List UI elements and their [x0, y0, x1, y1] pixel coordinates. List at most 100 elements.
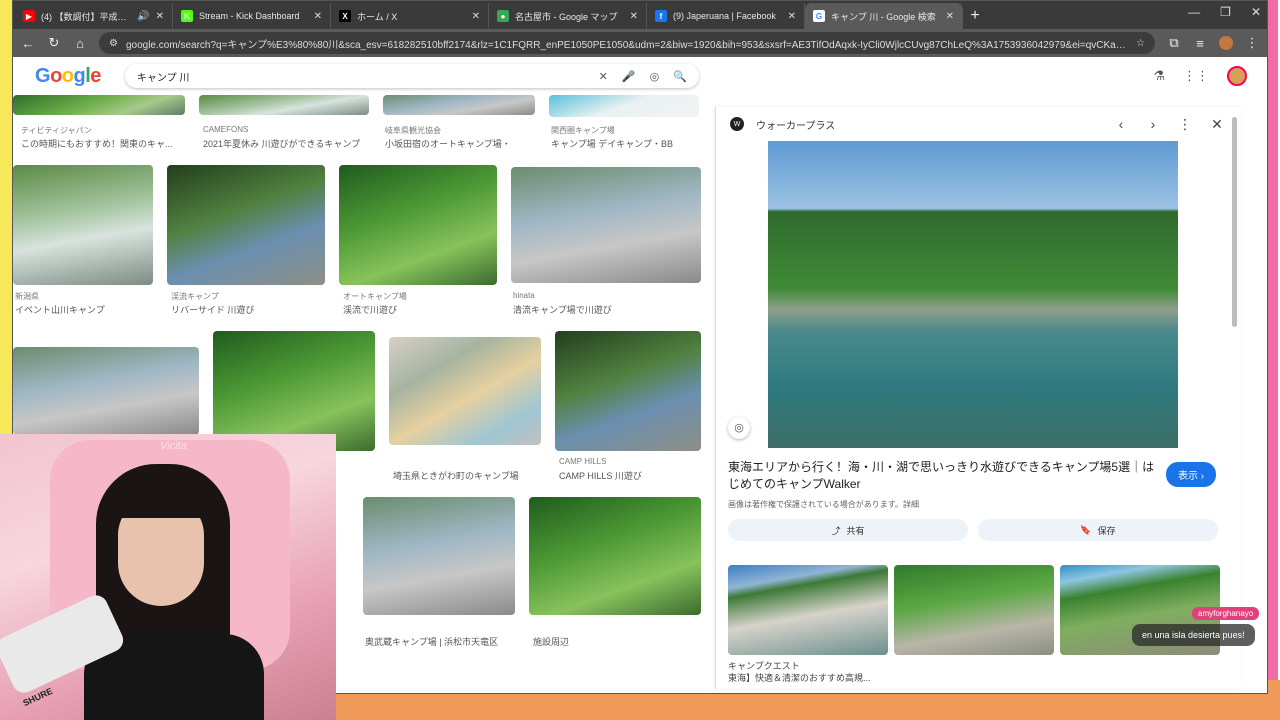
result-title[interactable]: 埼玉県ときがわ町のキャンプ場 [393, 469, 543, 482]
chair-logo: Vicita [160, 440, 187, 452]
restore-icon[interactable]: ❐ [1220, 5, 1231, 19]
back-icon[interactable]: ← [21, 36, 35, 51]
tab-title: キャンプ 川 - Google 検索 [831, 11, 936, 22]
search-input[interactable]: キャンプ 川 [137, 69, 585, 84]
close-icon[interactable]: ✕ [1207, 116, 1227, 133]
share-button[interactable]: ⤴ 共有 [728, 519, 968, 541]
result-title[interactable]: 渓流で川遊び [343, 303, 493, 316]
google-logo[interactable]: Google [35, 65, 101, 88]
result-source: 関西圏キャンプ場 [551, 126, 615, 135]
labs-icon[interactable]: ⚗ [1153, 68, 1165, 84]
tab-close-icon[interactable]: ✕ [314, 11, 322, 22]
site-name[interactable]: ウォーカープラス [756, 117, 1099, 132]
voice-search-icon[interactable]: 🎤 [622, 70, 636, 83]
result-thumb[interactable] [529, 497, 701, 615]
chat-message: en una isla desierta pues! [1132, 624, 1255, 646]
panel-scrollbar[interactable] [1232, 117, 1237, 327]
browser-tab[interactable]: K Stream - Kick Dashboard ✕ [173, 3, 331, 29]
site-info-icon[interactable]: ⚙ [109, 38, 118, 49]
maps-icon: ● [497, 10, 509, 22]
address-bar[interactable]: ⚙ google.com/search?q=キャンプ%E3%80%80川&sca… [99, 32, 1155, 54]
result-thumb[interactable] [13, 165, 153, 285]
result-title[interactable]: 小坂田宿のオートキャンプ場・ [385, 137, 545, 150]
result-source: hinata [513, 291, 535, 300]
result-title[interactable]: 2021年夏休み 川遊びができるキャンプ [203, 137, 371, 150]
tab-title: ホーム / X [357, 11, 398, 22]
home-icon[interactable]: ⌂ [73, 36, 87, 51]
audio-icon[interactable]: 🔊 [137, 11, 149, 22]
related-image[interactable] [728, 565, 888, 655]
result-title[interactable]: 清流キャンプ場で川遊び [513, 303, 693, 316]
tab-close-icon[interactable]: ✕ [946, 11, 954, 22]
result-thumb[interactable] [389, 337, 541, 445]
close-window-icon[interactable]: ✕ [1251, 5, 1261, 19]
tab-close-icon[interactable]: ✕ [472, 11, 480, 22]
reload-icon[interactable]: ↻ [47, 35, 61, 51]
tab-close-icon[interactable]: ✕ [788, 11, 796, 22]
related-title[interactable]: 東海】快適＆清潔のおすすめ高規... [728, 671, 871, 684]
result-source: 新潟県 [15, 292, 39, 301]
result-thumb[interactable] [363, 497, 515, 615]
streamer-bangs [112, 478, 212, 518]
result-source: オートキャンプ場 [343, 292, 407, 301]
browser-tab[interactable]: ▶ (4) 【数調付】平成アニソンメドレ 🔊 ✕ [15, 3, 173, 29]
lens-icon[interactable]: ◎ [650, 70, 660, 83]
result-thumb[interactable] [213, 331, 375, 451]
tab-close-icon[interactable]: ✕ [156, 11, 164, 22]
more-icon[interactable]: ⋮ [1175, 116, 1195, 133]
next-icon[interactable]: › [1143, 116, 1163, 132]
result-title[interactable]: 奥武蔵キャンプ場 | 浜松市天竜区 [365, 635, 515, 648]
result-thumb[interactable] [167, 165, 325, 285]
result-thumb[interactable] [339, 165, 497, 285]
result-title[interactable]: 施設周辺 [533, 635, 693, 648]
result-thumb[interactable] [199, 95, 369, 115]
result-thumb[interactable] [555, 331, 701, 451]
result-title[interactable]: イベント山川キャンプ [15, 303, 155, 316]
preview-title[interactable]: 東海エリアから行く！海・川・湖で思いっきり水遊びできるキャンプ場5選｜はじめての… [728, 459, 1158, 493]
bookmark-icon: 🔖 [1080, 524, 1092, 535]
tab-close-icon[interactable]: ✕ [630, 11, 638, 22]
search-icon[interactable]: 🔍 [673, 70, 687, 83]
profile-avatar[interactable] [1219, 36, 1233, 50]
apps-grid-icon[interactable]: ⋮⋮ [1183, 68, 1209, 84]
share-icon: ⤴ [831, 525, 841, 536]
result-thumb[interactable] [383, 95, 535, 115]
account-avatar[interactable] [1227, 66, 1247, 86]
tab-title: 名古屋市 - Google マップ [515, 11, 618, 22]
youtube-icon: ▶ [23, 10, 35, 22]
browser-tab[interactable]: ● 名古屋市 - Google マップ ✕ [489, 3, 647, 29]
bookmark-star-icon[interactable]: ☆ [1136, 38, 1145, 49]
save-label: 保存 [1097, 525, 1116, 536]
new-tab-icon[interactable]: + [963, 3, 987, 29]
prev-icon[interactable]: ‹ [1111, 116, 1131, 132]
preview-image[interactable] [768, 141, 1178, 448]
result-thumb[interactable] [511, 167, 701, 283]
browser-toolbar: ← ↻ ⌂ ⚙ google.com/search?q=キャンプ%E3%80%8… [13, 29, 1267, 57]
browser-tab[interactable]: f (9) Japeruana | Facebook ✕ [647, 3, 805, 29]
tab-title: (4) 【数調付】平成アニソンメドレ [41, 11, 131, 22]
header-right: ⚗ ⋮⋮ [1153, 66, 1247, 86]
clear-icon[interactable]: ✕ [599, 70, 608, 83]
view-button[interactable]: 表示 › [1166, 462, 1217, 487]
result-source: CAMEFONS [203, 125, 249, 134]
result-title[interactable]: CAMP HILLS 川遊び [559, 469, 699, 482]
webcam-overlay: Vicita SHURE [0, 434, 336, 720]
browser-tab[interactable]: G キャンプ 川 - Google 検索 ✕ [805, 3, 963, 29]
image-preview-panel: W ウォーカープラス ‹ › ⋮ ✕ ◎ 東海エリアから行く！海・川・湖で思いっ… [715, 107, 1241, 689]
menu-icon[interactable]: ⋮ [1245, 35, 1259, 51]
result-thumb[interactable] [549, 95, 699, 117]
media-icon[interactable]: ≡ [1193, 36, 1207, 51]
result-source: CAMP HILLS [559, 457, 607, 466]
save-button[interactable]: 🔖 保存 [978, 519, 1218, 541]
result-title[interactable]: この時期にもおすすめ！関東のキャ... [21, 137, 189, 150]
minimize-icon[interactable]: — [1188, 5, 1200, 19]
extensions-icon[interactable]: ⧉ [1167, 35, 1181, 51]
result-thumb[interactable] [13, 95, 185, 115]
search-box[interactable]: キャンプ 川 ✕ 🎤 ◎ 🔍 [124, 64, 699, 88]
browser-tab[interactable]: X ホーム / X ✕ [331, 3, 489, 29]
related-image[interactable] [894, 565, 1054, 655]
result-thumb[interactable] [13, 347, 199, 435]
result-title[interactable]: リバーサイド 川遊び [171, 303, 321, 316]
lens-search-icon[interactable]: ◎ [728, 417, 750, 439]
result-title[interactable]: キャンプ場 デイキャンプ・BB [551, 137, 701, 150]
